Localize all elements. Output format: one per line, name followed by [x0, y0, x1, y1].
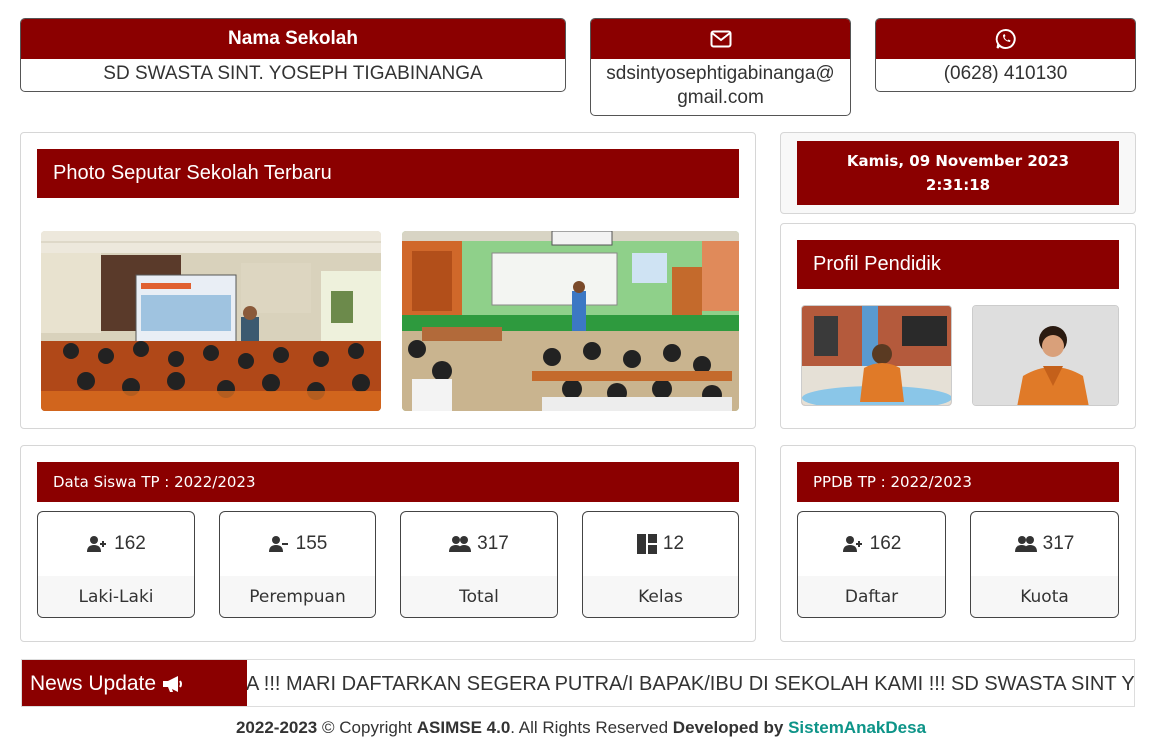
- whatsapp-icon: [995, 28, 1016, 49]
- news-label-text: News Update: [30, 672, 157, 695]
- stat-laki-laki: 162 Laki-Laki: [37, 511, 195, 618]
- siswa-panel-title: Data Siswa TP : 2022/2023: [37, 462, 739, 502]
- layout-icon: [636, 534, 657, 554]
- school-photo-classroom-whiteboard[interactable]: [402, 231, 739, 411]
- email-card: sdsintyosephtigabinanga@ gmail.com: [590, 18, 851, 116]
- stat-daftar: 162 Daftar: [797, 511, 946, 618]
- user-plus-icon: [842, 536, 862, 552]
- stat-value: 317: [477, 533, 509, 554]
- footer: 2022-2023 © Copyright ASIMSE 4.0. All Ri…: [0, 718, 1162, 738]
- email-line2: gmail.com: [677, 87, 764, 108]
- news-ticker: News Update A !!! MARI DAFTARKAN SEGERA …: [21, 659, 1135, 707]
- phone-card: (0628) 410130: [875, 18, 1136, 92]
- stat-kuota: 317 Kuota: [970, 511, 1119, 618]
- stat-label: Total: [401, 576, 557, 617]
- profil-panel-title: Profil Pendidik: [797, 240, 1119, 289]
- stat-value: 12: [662, 533, 685, 554]
- teacher-photo-2[interactable]: [972, 305, 1119, 406]
- stat-label: Perempuan: [220, 576, 375, 617]
- megaphone-icon: [163, 676, 183, 692]
- user-plus-icon: [87, 536, 107, 552]
- stat-value: 155: [295, 533, 328, 554]
- school-name: SD SWASTA SINT. YOSEPH TIGABINANGA: [103, 63, 483, 84]
- footer-copyright: © Copyright: [317, 718, 417, 737]
- footer-years: 2022-2023: [235, 718, 318, 737]
- school-name-header: Nama Sekolah: [21, 19, 565, 59]
- developer-link[interactable]: SistemAnakDesa: [788, 718, 926, 737]
- photo-panel-title: Photo Seputar Sekolah Terbaru: [37, 149, 739, 198]
- school-name-card: Nama Sekolah SD SWASTA SINT. YOSEPH TIGA…: [20, 18, 566, 92]
- news-update-label: News Update: [22, 660, 247, 706]
- stat-kelas: 12 Kelas: [582, 511, 739, 618]
- stat-perempuan: 155 Perempuan: [219, 511, 376, 618]
- user-minus-icon: [268, 536, 288, 552]
- stat-value: 162: [869, 533, 902, 554]
- stat-label: Laki-Laki: [38, 576, 194, 617]
- stat-label: Kuota: [971, 576, 1118, 617]
- stat-value: 162: [114, 533, 146, 554]
- stat-total: 317 Total: [400, 511, 558, 618]
- footer-developed-by: Developed by: [672, 718, 789, 737]
- phone-number[interactable]: (0628) 410130: [876, 59, 1135, 86]
- current-time: 2:31:18: [925, 176, 991, 194]
- email-line1: sdsintyosephtigabinanga@: [606, 63, 835, 84]
- teacher-photo-1[interactable]: [801, 305, 952, 406]
- datetime-box: Kamis, 09 November 2023 2:31:18: [797, 141, 1119, 205]
- current-date: Kamis, 09 November 2023: [846, 152, 1070, 170]
- stat-label: Kelas: [583, 576, 738, 617]
- ppdb-panel-title: PPDB TP : 2022/2023: [797, 462, 1119, 502]
- email-address[interactable]: sdsintyosephtigabinanga@ gmail.com: [591, 59, 850, 110]
- news-marquee-text[interactable]: A !!! MARI DAFTARKAN SEGERA PUTRA/I BAPA…: [246, 660, 1134, 706]
- footer-rights: . All Rights Reserved: [510, 718, 673, 737]
- envelope-icon: [710, 30, 731, 48]
- users-icon: [1014, 536, 1037, 552]
- email-header: [591, 19, 850, 59]
- stat-label: Daftar: [798, 576, 945, 617]
- footer-product: ASIMSE 4.0: [416, 718, 511, 737]
- stat-value: 317: [1042, 533, 1075, 554]
- phone-header: [876, 19, 1135, 59]
- school-photo-classroom-projector[interactable]: [41, 231, 381, 411]
- users-icon: [449, 536, 472, 552]
